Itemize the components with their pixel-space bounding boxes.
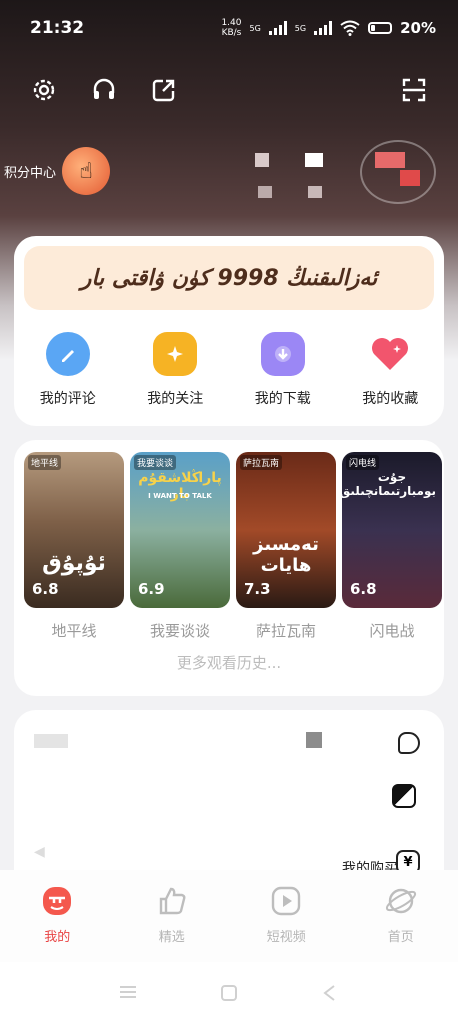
avatar[interactable] [360, 140, 436, 204]
bottom-tab-bar: 我的 精选 短视频 首页 [0, 870, 458, 962]
profile-icon [40, 884, 74, 918]
history-item[interactable]: 我要谈谈 پاراڭلاشقۇم بار I WANT TO TALK 6.9 … [130, 452, 230, 641]
quick-action-downloads[interactable]: 我的下载 [229, 332, 337, 408]
history-item[interactable]: 萨拉瓦南 تەمسىز ھايات 7.3 萨拉瓦南 [236, 452, 336, 641]
video-icon [269, 884, 303, 918]
network-speed-value: 1.40 [221, 18, 242, 28]
censored-block [400, 170, 420, 186]
movie-title: 地平线 [51, 622, 97, 640]
poster-tag: 我要谈谈 [134, 455, 177, 470]
tab-label: 精选 [158, 930, 185, 945]
star-icon [153, 332, 198, 376]
censored-block [375, 152, 405, 168]
poster-title-art: ئۇپۇق [42, 551, 106, 576]
poster-score: 6.8 [350, 580, 377, 598]
tab-label: 首页 [387, 930, 414, 945]
home-icon[interactable] [220, 984, 238, 1006]
membership-banner-text: ئەزالىقنىڭ 9998 كۈن ۋاقتى بار [80, 265, 378, 291]
handshake-icon[interactable] [392, 784, 416, 808]
planet-icon [384, 884, 418, 918]
quick-action-comments[interactable]: 我的评论 [14, 332, 122, 408]
points-center[interactable]: 积分中心 ☝ [0, 146, 111, 196]
quick-action-label: 我的下载 [254, 391, 311, 407]
comment-icon [45, 332, 90, 376]
tab-home[interactable]: 首页 [344, 870, 458, 962]
movie-poster[interactable]: 地平线 ئۇپۇق 6.8 [24, 452, 124, 608]
tab-featured[interactable]: 精选 [115, 870, 230, 962]
cloud-icon[interactable] [398, 732, 420, 754]
headset-icon[interactable] [88, 74, 120, 106]
membership-banner[interactable]: ئەزالىقنىڭ 9998 كۈن ۋاقتى بار [24, 246, 434, 310]
status-time: 21:32 [30, 18, 85, 38]
wifi-icon [340, 20, 360, 36]
signal-icon [314, 21, 333, 35]
more-history-link[interactable]: 更多观看历史... [14, 652, 444, 673]
history-item[interactable]: 闪电线 جۇت بومبارتىمانچىلىق 6.8 闪电战 [342, 452, 442, 641]
thumbs-up-icon [155, 884, 189, 918]
poster-score: 7.3 [244, 580, 271, 598]
network-speed-unit: KB/s [221, 28, 242, 38]
network-type-a: 5G [249, 23, 261, 33]
status-indicators: 1.40 KB/s 5G 5G 20% [221, 18, 436, 38]
tab-mine[interactable]: 我的 [0, 870, 115, 962]
quick-action-favorites[interactable]: 我的收藏 [337, 332, 445, 408]
censored-block [34, 734, 68, 748]
movie-poster[interactable]: 闪电线 جۇت بومبارتىمانچىلىق 6.8 [342, 452, 442, 608]
points-hand-icon: ☝ [62, 147, 111, 195]
signal-icon [268, 21, 287, 35]
poster-tag: 地平线 [28, 455, 62, 470]
tab-label: 我的 [44, 930, 71, 945]
system-nav-bar [0, 962, 458, 1024]
back-icon[interactable] [322, 984, 336, 1006]
censored-block [255, 153, 269, 167]
scan-icon[interactable] [398, 74, 430, 106]
quick-actions: 我的评论 我的关注 我的下载 我的收藏 [14, 332, 444, 408]
history-item[interactable]: 地平线 ئۇپۇق 6.8 地平线 [24, 452, 124, 641]
status-bar: 21:32 1.40 KB/s 5G 5G 20% [0, 0, 458, 56]
quick-action-label: 我的评论 [39, 391, 96, 407]
network-type-b: 5G [294, 23, 307, 33]
movie-title: 萨拉瓦南 [255, 622, 316, 640]
censored-block [305, 153, 323, 167]
poster-title-art: جۇت بومبارتىمانچىلىق [342, 470, 436, 498]
watch-history-card: 地平线 ئۇپۇق 6.8 地平线 我要谈谈 پاراڭلاشقۇم بار I… [14, 440, 444, 696]
external-share-icon[interactable] [148, 74, 180, 106]
tab-short-video[interactable]: 短视频 [229, 870, 344, 962]
tab-label: 短视频 [266, 930, 306, 945]
quick-action-label: 我的收藏 [362, 391, 419, 407]
poster-subtitle: I WANT TO TALK [148, 492, 212, 500]
heart-icon [368, 332, 412, 376]
battery-icon [368, 22, 393, 34]
poster-title-art: تەمسىز ھايات [253, 534, 319, 576]
poster-tag: 闪电线 [346, 455, 380, 470]
movie-poster[interactable]: 萨拉瓦南 تەمسىز ھايات 7.3 [236, 452, 336, 608]
quick-action-label: 我的关注 [147, 391, 204, 407]
quick-action-follows[interactable]: 我的关注 [122, 332, 230, 408]
poster-score: 6.9 [138, 580, 165, 598]
menu-icon[interactable] [118, 984, 138, 1004]
battery-percent: 20% [400, 19, 436, 37]
movie-title: 闪电战 [369, 622, 415, 640]
member-card: ئەزالىقنىڭ 9998 كۈن ۋاقتى بار 我的评论 我的关注 … [14, 236, 444, 426]
network-speed: 1.40 KB/s [221, 18, 241, 38]
poster-score: 6.8 [32, 580, 59, 598]
censored-block [308, 186, 322, 198]
profile-toolbar [0, 70, 458, 110]
gear-icon[interactable] [28, 74, 60, 106]
chevron-left-icon: ◀ [34, 844, 45, 860]
movie-title: 我要谈谈 [149, 622, 210, 640]
censored-block [306, 732, 322, 748]
download-icon [260, 332, 305, 376]
watch-history-list: 地平线 ئۇپۇق 6.8 地平线 我要谈谈 پاراڭلاشقۇم بار I… [24, 452, 442, 641]
points-center-label: 积分中心 [4, 165, 57, 181]
censored-block [258, 186, 272, 198]
poster-tag: 萨拉瓦南 [240, 455, 283, 470]
movie-poster[interactable]: 我要谈谈 پاراڭلاشقۇم بار I WANT TO TALK 6.9 [130, 452, 230, 608]
